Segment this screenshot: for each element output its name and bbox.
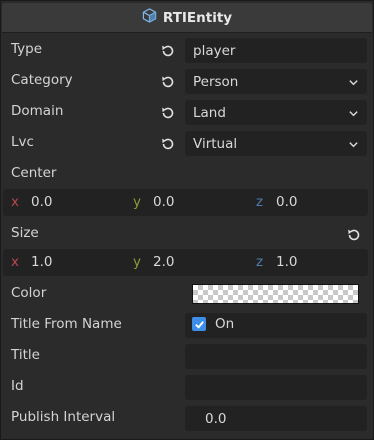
category-value: Person xyxy=(193,73,239,90)
chevron-down-icon xyxy=(348,76,359,92)
id-label: Id xyxy=(11,378,24,394)
inspector-panel: RTIEntity Type player Category Person Do… xyxy=(0,0,374,440)
publish-interval-value: 0.0 xyxy=(205,410,227,427)
center-x-input[interactable]: 0.0 xyxy=(31,194,52,210)
cube-icon xyxy=(142,8,157,27)
center-z-input[interactable]: 0.0 xyxy=(276,194,297,210)
color-swatch[interactable] xyxy=(192,284,359,304)
title-from-name-row: Title From Name On xyxy=(1,310,374,341)
center-vector-field: x 0.0 y 0.0 z 0.0 xyxy=(3,189,368,216)
title-from-name-state: On xyxy=(215,316,235,332)
title-input[interactable] xyxy=(185,344,367,369)
size-y-input[interactable]: 2.0 xyxy=(153,254,174,270)
center-label: Center xyxy=(11,165,57,181)
size-label: Size xyxy=(11,225,39,241)
category-label: Category xyxy=(11,72,73,88)
publish-interval-row: Publish Interval 0.0 xyxy=(1,403,374,434)
domain-value: Land xyxy=(193,104,226,121)
type-value: player xyxy=(193,42,236,59)
size-row: Size xyxy=(1,219,374,250)
publish-interval-label: Publish Interval xyxy=(11,409,116,425)
category-dropdown[interactable]: Person xyxy=(185,69,367,94)
revert-icon[interactable] xyxy=(160,74,176,90)
domain-dropdown[interactable]: Land xyxy=(185,100,367,125)
id-row: Id xyxy=(1,372,374,403)
size-vector-field: x 1.0 y 2.0 z 1.0 xyxy=(3,249,368,276)
center-y-input[interactable]: 0.0 xyxy=(153,194,174,210)
revert-icon[interactable] xyxy=(160,136,176,152)
component-header[interactable]: RTIEntity xyxy=(2,3,372,33)
color-row: Color xyxy=(1,279,374,310)
size-z-input[interactable]: 1.0 xyxy=(276,254,297,270)
checkmark-icon xyxy=(194,320,204,329)
title-from-name-toggle-field xyxy=(185,313,367,338)
domain-row: Domain Land xyxy=(1,97,374,128)
title-from-name-label: Title From Name xyxy=(11,316,122,332)
domain-label: Domain xyxy=(11,103,64,119)
id-input[interactable] xyxy=(185,375,367,400)
lvc-dropdown[interactable]: Virtual xyxy=(185,131,367,156)
center-y-axis-label: y xyxy=(133,194,141,210)
size-z-axis-label: z xyxy=(256,254,264,270)
type-input[interactable]: player xyxy=(185,38,367,63)
revert-icon[interactable] xyxy=(160,105,176,121)
component-title: RTIEntity xyxy=(162,9,233,26)
center-row: Center xyxy=(1,159,374,190)
chevron-down-icon xyxy=(348,138,359,154)
lvc-value: Virtual xyxy=(193,135,238,152)
title-row: Title xyxy=(1,341,374,372)
lvc-row: Lvc Virtual xyxy=(1,128,374,159)
category-row: Category Person xyxy=(1,66,374,97)
center-z-axis-label: z xyxy=(256,194,264,210)
color-label: Color xyxy=(11,285,47,301)
lvc-label: Lvc xyxy=(11,134,34,150)
type-row: Type player xyxy=(1,35,374,66)
size-x-input[interactable]: 1.0 xyxy=(31,254,52,270)
size-x-axis-label: x xyxy=(11,254,19,270)
revert-icon[interactable] xyxy=(346,227,362,243)
center-x-axis-label: x xyxy=(11,194,19,210)
size-y-axis-label: y xyxy=(133,254,141,270)
chevron-down-icon xyxy=(348,107,359,123)
publish-interval-input[interactable]: 0.0 xyxy=(185,406,367,431)
revert-icon[interactable] xyxy=(160,43,176,59)
title-label: Title xyxy=(11,347,40,363)
type-label: Type xyxy=(11,41,43,57)
title-from-name-checkbox[interactable] xyxy=(192,317,206,331)
